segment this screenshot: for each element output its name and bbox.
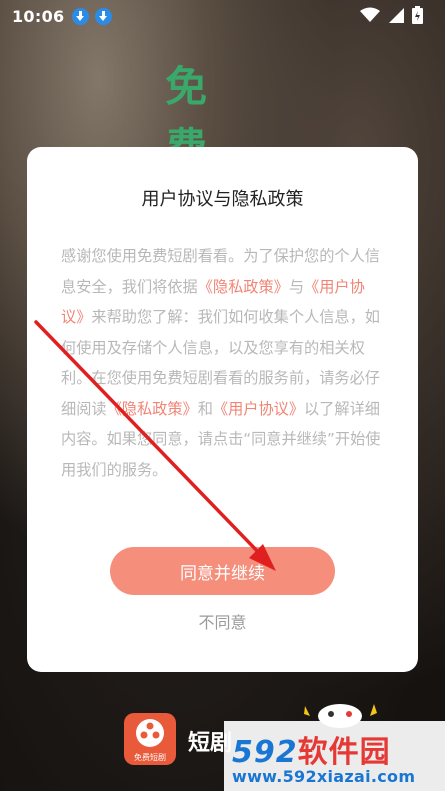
wifi-icon bbox=[360, 7, 380, 22]
signal-icon bbox=[389, 8, 404, 23]
privacy-policy-link[interactable]: 《隐私政策》 bbox=[198, 278, 289, 296]
download-icon bbox=[72, 7, 90, 25]
watermark-text: 软件园 bbox=[297, 735, 391, 770]
film-reel-icon bbox=[136, 719, 164, 747]
agree-continue-button[interactable]: 同意并继续 bbox=[110, 547, 335, 595]
watermark-number: 592 bbox=[232, 735, 298, 770]
download-icon bbox=[95, 7, 113, 25]
disagree-button[interactable]: 不同意 bbox=[27, 609, 418, 633]
status-time: 10:06 bbox=[12, 6, 65, 26]
status-right-icons bbox=[360, 6, 423, 24]
privacy-policy-link[interactable]: 《隐私政策》 bbox=[107, 400, 198, 418]
dialog-title: 用户协议与隐私政策 bbox=[141, 189, 304, 210]
watermark-url: www.592xiazai.com bbox=[232, 767, 416, 786]
battery-icon bbox=[412, 6, 423, 24]
app-logo-label: 免费短剧 bbox=[134, 753, 166, 762]
status-bar: 10:06 bbox=[0, 0, 445, 32]
app-logo: 免费短剧 bbox=[124, 713, 176, 765]
watermark-logo: 592软件园 bbox=[232, 727, 391, 771]
privacy-dialog: 用户协议与隐私政策 感谢您使用免费短剧看看。为了保护您的个人信息安全，我们将依据… bbox=[27, 147, 418, 672]
dialog-body-text: 和 bbox=[197, 399, 213, 418]
user-agreement-link[interactable]: 《用户协议》 bbox=[213, 400, 304, 418]
background-title-char: 免 bbox=[165, 62, 208, 111]
dialog-body-text: 与 bbox=[288, 277, 304, 296]
dialog-body: 感谢您使用免费短剧看看。为了保护您的个人信息安全，我们将依据《隐私政策》与《用户… bbox=[61, 241, 386, 485]
